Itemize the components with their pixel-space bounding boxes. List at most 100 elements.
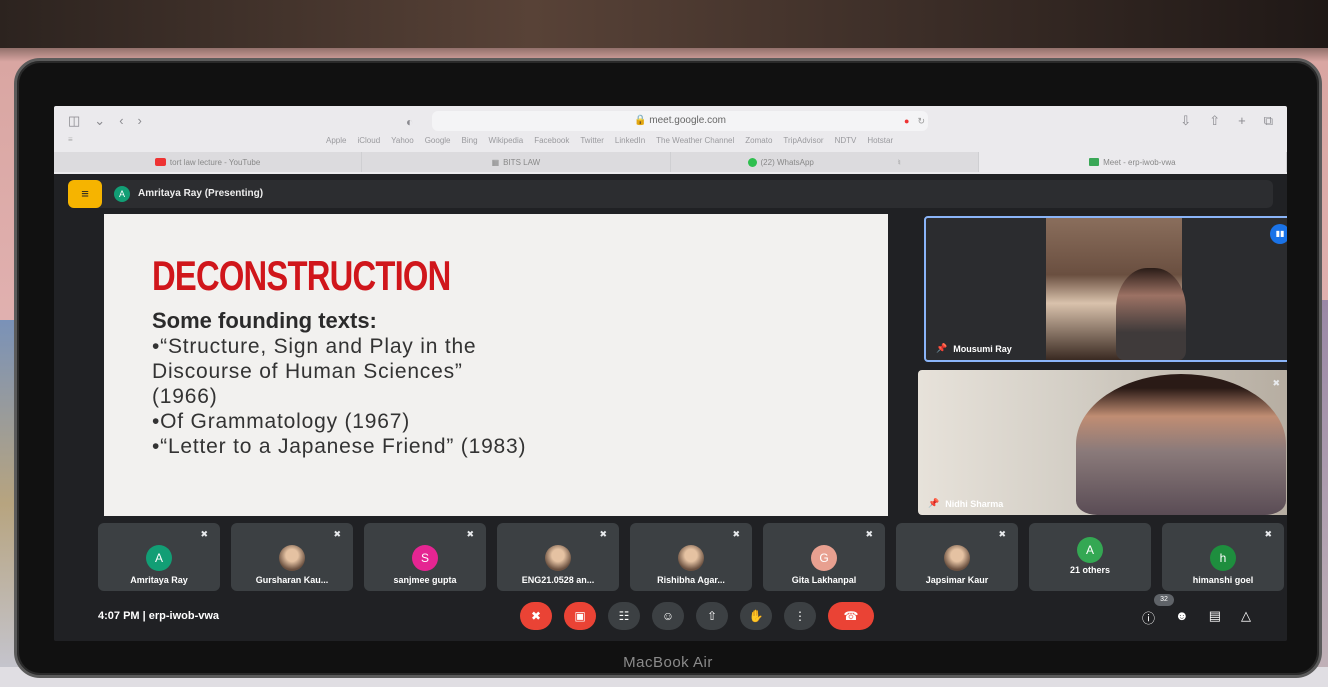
avatar: A	[1077, 537, 1103, 563]
mic-recording-icon[interactable]: ●	[904, 116, 909, 127]
mic-toggle-button[interactable]: ✖	[520, 602, 552, 630]
raise-hand-button[interactable]: ✋	[740, 602, 772, 630]
speaking-indicator-icon: ▮▮	[1270, 224, 1287, 244]
bookmark-item[interactable]: The Weather Channel	[656, 136, 734, 145]
mic-off-icon: ✖	[466, 529, 474, 539]
meeting-time-code: 4:07 PM | erp-iwob-vwa	[98, 610, 220, 622]
bookmark-item[interactable]: Yahoo	[391, 136, 414, 145]
youtube-icon	[154, 158, 166, 166]
browser-nav: ◫ ⌄ ‹ ›	[68, 113, 142, 129]
bookmark-item[interactable]: Twitter	[580, 136, 604, 145]
video-tile-nidhi[interactable]: ✖ 📌 Nidhi Sharma	[918, 370, 1287, 515]
avatar-photo	[545, 545, 571, 571]
bookmarks-bar: Apple iCloud Yahoo Google Bing Wikipedia…	[326, 136, 893, 145]
lock-icon: 🔒	[634, 115, 647, 126]
new-tab-icon[interactable]: +	[1238, 113, 1246, 129]
avatar-photo	[678, 545, 704, 571]
participant-tile[interactable]: ✖ Japsimar Kaur	[896, 523, 1018, 591]
laptop-model-label: MacBook Air	[623, 654, 713, 671]
bookmark-item[interactable]: Bing	[462, 136, 478, 145]
emoji-button[interactable]: ☺	[652, 602, 684, 630]
meet-call: ≡ A Amritaya Ray (Presenting) DECONSTRUC…	[54, 174, 1287, 641]
tab-overview-icon[interactable]: ⧉	[1264, 113, 1273, 129]
mic-off-icon: ✖	[1264, 529, 1272, 539]
address-bar[interactable]: 🔒 meet.google.com	[432, 111, 928, 131]
bookmark-item[interactable]: Hotstar	[867, 136, 893, 145]
mic-off-icon: ✖	[599, 529, 607, 539]
camera-toggle-button[interactable]: ▣	[564, 602, 596, 630]
share-icon[interactable]: ⇧	[1209, 113, 1220, 129]
participant-strip: ✖ A Amritaya Ray ✖ Gursharan Kau... ✖ S …	[98, 523, 1287, 591]
bookmark-item[interactable]: Apple	[326, 136, 346, 145]
avatar: A	[146, 545, 172, 571]
participant-tile[interactable]: ✖ G Gita Lakhanpal	[763, 523, 885, 591]
bookmark-item[interactable]: Zomato	[745, 136, 772, 145]
participant-tile-others[interactable]: A 21 others	[1029, 523, 1151, 591]
tab-label: (22) WhatsApp	[760, 157, 814, 167]
tab-meet[interactable]: Meet - erp-iwob-vwa	[978, 152, 1287, 172]
reading-list-icon[interactable]: ≡	[68, 135, 73, 144]
captions-button[interactable]: ☷	[608, 602, 640, 630]
participant-tile[interactable]: ✖ A Amritaya Ray	[98, 523, 220, 591]
participant-name: 21 others	[1069, 565, 1111, 575]
participant-name: Japsimar Kaur	[925, 575, 989, 585]
mic-off-icon: ✖	[333, 529, 341, 539]
tab-whatsapp[interactable]: (22) WhatsApp ♮	[671, 152, 979, 172]
chat-icon[interactable]: ▤	[1209, 608, 1221, 627]
pin-icon[interactable]: 📌	[928, 498, 939, 509]
more-options-button[interactable]: ⋮	[784, 602, 816, 630]
bookmark-item[interactable]: Facebook	[534, 136, 569, 145]
presenter-label: Amritaya Ray (Presenting)	[138, 188, 264, 199]
sidebar-toggle-icon[interactable]: ◫	[68, 113, 80, 129]
bookmark-item[interactable]: TripAdvisor	[783, 136, 823, 145]
slide-line: •“Letter to a Japanese Friend” (1983)	[152, 435, 527, 458]
pin-icon[interactable]: 📌	[936, 343, 947, 354]
participant-name: Gursharan Kau...	[255, 575, 329, 585]
tab-bar: tort law lecture - YouTube ▦ BITS LAW (2…	[54, 152, 1287, 172]
bookmark-item[interactable]: Wikipedia	[489, 136, 524, 145]
tab-youtube[interactable]: tort law lecture - YouTube	[54, 152, 363, 172]
participant-tile[interactable]: ✖ h himanshi goel	[1162, 523, 1284, 591]
forward-icon[interactable]: ›	[138, 113, 142, 129]
video-tile-mousumi[interactable]: ▮▮ 📌 Mousumi Ray	[924, 216, 1287, 362]
slide-subtitle: Some founding texts:	[152, 308, 377, 333]
participant-tile[interactable]: ✖ S sanjmee gupta	[364, 523, 486, 591]
present-button[interactable]: ⇧	[696, 602, 728, 630]
participant-tile[interactable]: ✖ Gursharan Kau...	[231, 523, 353, 591]
call-controls: ✖ ▣ ☷ ☺ ⇧ ✋ ⋮ ☎	[520, 602, 874, 630]
mic-off-icon: ✖	[865, 529, 873, 539]
side-panel-controls: ⓘ ☻ ▤ △	[1142, 608, 1251, 627]
chevron-down-icon[interactable]: ⌄	[94, 113, 105, 129]
bookmark-item[interactable]: LinkedIn	[615, 136, 645, 145]
bookmark-item[interactable]: NDTV	[835, 136, 857, 145]
slide-line: •“Structure, Sign and Play in the	[152, 335, 477, 358]
participant-tile[interactable]: ✖ ENG21.0528 an...	[497, 523, 619, 591]
avatar-photo	[279, 545, 305, 571]
leave-call-button[interactable]: ☎	[828, 602, 874, 630]
tab-label: tort law lecture - YouTube	[169, 157, 261, 167]
laptop: ◫ ⌄ ‹ › ◐ 🔒 meet.google.com ● ↻ ⇩ ⇧ + ⧉ …	[14, 58, 1322, 678]
privacy-shield-icon[interactable]: ◐	[406, 115, 413, 129]
page-icon: ▦	[491, 157, 500, 167]
slide-title: DECONSTRUCTION	[152, 252, 451, 299]
people-count-badge: 32	[1154, 594, 1174, 606]
participant-tile[interactable]: ✖ Rishibha Agar...	[630, 523, 752, 591]
back-icon[interactable]: ‹	[119, 113, 123, 129]
info-icon[interactable]: ⓘ	[1142, 608, 1155, 627]
people-icon[interactable]: ☻	[1175, 608, 1189, 627]
avatar: h	[1210, 545, 1236, 571]
speaker-icon[interactable]: ♮	[898, 158, 901, 167]
activities-icon[interactable]: △	[1241, 608, 1251, 627]
slide-line: Discourse of Human Sciences”	[152, 360, 463, 383]
participant-video	[1116, 268, 1186, 360]
tab-bits-law[interactable]: ▦ BITS LAW	[362, 152, 671, 172]
participant-name: Rishibha Agar...	[657, 575, 725, 585]
reload-icon[interactable]: ↻	[917, 116, 925, 127]
bookmark-item[interactable]: Google	[425, 136, 451, 145]
avatar: A	[114, 186, 130, 202]
browser-chrome: ◫ ⌄ ‹ › ◐ 🔒 meet.google.com ● ↻ ⇩ ⇧ + ⧉ …	[54, 106, 1287, 174]
meet-icon	[1089, 158, 1100, 166]
download-icon[interactable]: ⇩	[1180, 113, 1191, 129]
presentation-icon[interactable]: ≡	[68, 180, 102, 208]
bookmark-item[interactable]: iCloud	[357, 136, 380, 145]
